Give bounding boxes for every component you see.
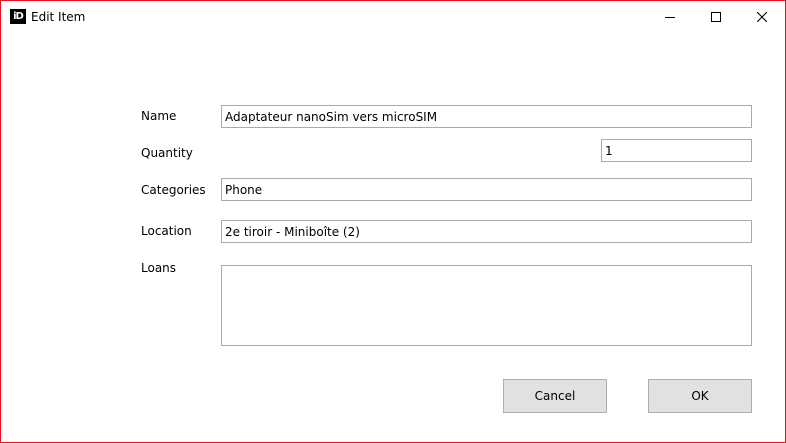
categories-field[interactable] [221,178,752,201]
name-label: Name [141,109,177,123]
cancel-button[interactable]: Cancel [503,379,607,413]
window-title: Edit Item [31,10,86,24]
close-button[interactable] [739,1,785,32]
quantity-label: Quantity [141,146,193,160]
ok-button[interactable]: OK [648,379,752,413]
name-field[interactable] [221,105,752,128]
loans-field[interactable] [221,265,752,346]
minimize-button[interactable] [647,1,693,32]
location-label: Location [141,224,192,238]
app-icon: iD [10,9,26,24]
close-icon [757,11,767,22]
categories-label: Categories [141,183,206,197]
maximize-button[interactable] [693,1,739,32]
location-field[interactable] [221,220,752,243]
quantity-field[interactable] [601,139,752,162]
edit-item-window: iD Edit Item Name Quantity Categories Lo… [0,0,786,443]
loans-label: Loans [141,261,177,275]
minimize-icon [665,16,675,18]
maximize-icon [711,11,721,22]
title-bar[interactable]: iD Edit Item [1,1,785,32]
